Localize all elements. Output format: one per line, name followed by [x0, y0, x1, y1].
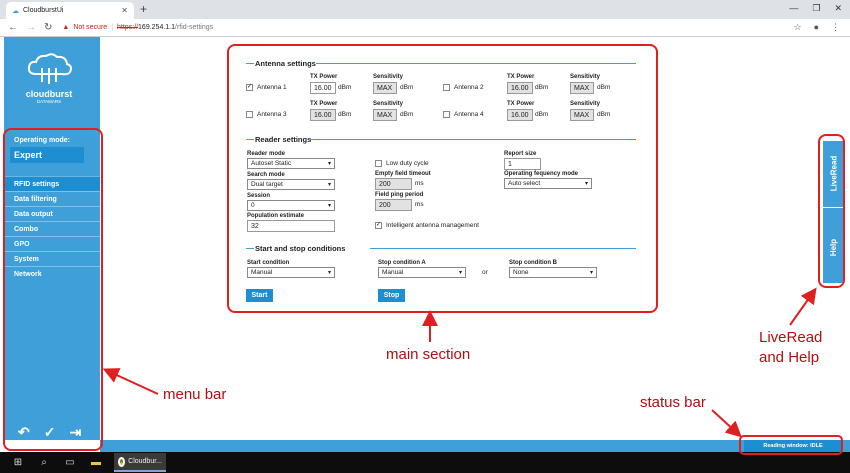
liveread-arrow — [789, 287, 817, 326]
status-bar-arrow — [711, 409, 742, 438]
annotation-arrows — [102, 287, 817, 438]
menu-bar-arrow — [102, 368, 159, 395]
